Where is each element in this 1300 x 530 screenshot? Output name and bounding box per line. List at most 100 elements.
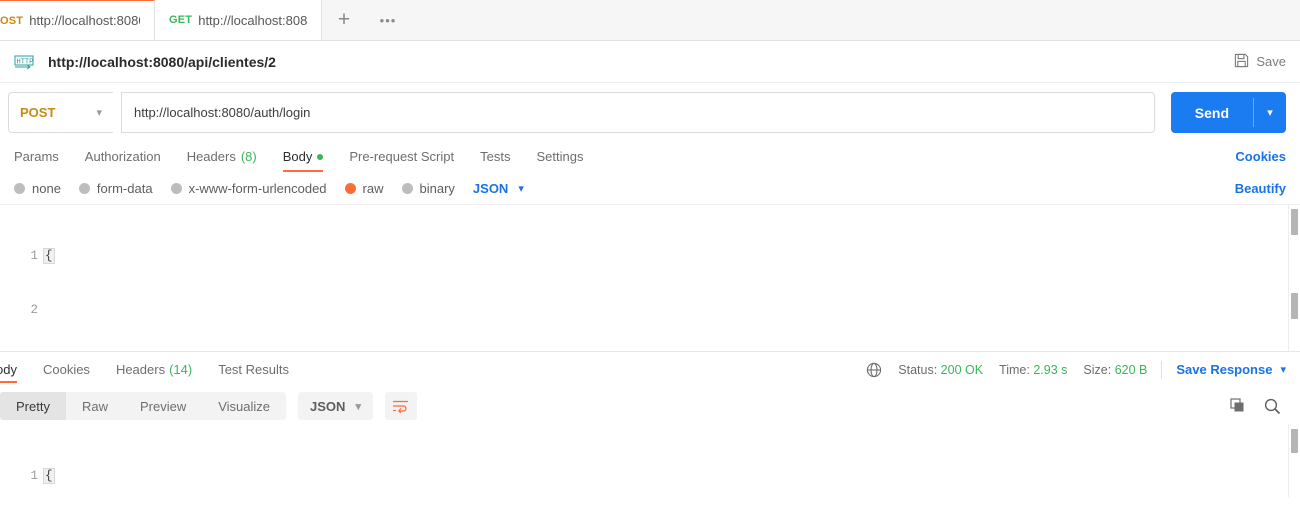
body-type-x-www-form-urlencoded[interactable]: x-www-form-urlencoded bbox=[170, 180, 345, 196]
editor-vertical-scrollbar[interactable] bbox=[1288, 205, 1300, 352]
radio-icon bbox=[14, 182, 25, 194]
response-content: { "token": "eyJhbGciOiJIUzI1NiJ9.eyJzdWI… bbox=[43, 431, 1276, 497]
send-options-chevron-down-icon[interactable]: ▾ bbox=[1254, 92, 1286, 133]
send-button-group: Send ▾ bbox=[1170, 92, 1286, 133]
tab-label: Headers bbox=[115, 362, 166, 377]
response-vertical-scrollbar[interactable] bbox=[1288, 425, 1300, 497]
tab-params[interactable]: Params bbox=[14, 141, 72, 172]
response-meta-bar: ody Cookies Headers (14) Test Results St… bbox=[0, 352, 1300, 387]
radio-selected-icon bbox=[344, 182, 356, 194]
line-number: 2 bbox=[30, 303, 38, 317]
response-body-viewer[interactable]: 1 2 3 4 { "token": "eyJhbGciOiJIUzI1NiJ9… bbox=[0, 425, 1300, 497]
tab-authorization[interactable]: Authorization bbox=[72, 141, 174, 172]
view-visualize-button[interactable]: Visualize bbox=[202, 392, 286, 420]
view-preview-button[interactable]: Preview bbox=[124, 392, 202, 420]
save-response-chevron-down-icon[interactable]: ▾ bbox=[1280, 363, 1286, 376]
status-badge: Status: 200 OK bbox=[898, 363, 983, 377]
option-label: x-www-form-urlencoded bbox=[188, 180, 327, 196]
cookies-link[interactable]: Cookies bbox=[1235, 149, 1286, 164]
time-badge: Time: 2.93 s bbox=[999, 363, 1067, 377]
save-request-button[interactable]: Save bbox=[1234, 53, 1286, 71]
tab-count: (8) bbox=[240, 149, 257, 164]
tab-label: Settings bbox=[536, 149, 584, 164]
tab-body[interactable]: Body bbox=[270, 141, 337, 172]
tab-headers[interactable]: Headers (8) bbox=[174, 141, 270, 172]
tab-pre-request-script[interactable]: Pre-request Script bbox=[336, 141, 467, 172]
url-input[interactable]: http://localhost:8080/auth/login bbox=[121, 92, 1155, 133]
response-tab-body[interactable]: ody bbox=[0, 352, 30, 387]
response-line-numbers: 1 2 3 4 bbox=[0, 431, 38, 497]
body-format-select[interactable]: JSON ▾ bbox=[473, 181, 542, 196]
tab-label: Headers bbox=[186, 149, 236, 164]
line-number: 1 bbox=[30, 469, 38, 483]
tab-url-label: http://localhost:8080/api/ bbox=[198, 12, 307, 28]
response-format-select[interactable]: JSON ▾ bbox=[298, 392, 373, 420]
chevron-down-icon: ▾ bbox=[355, 400, 361, 413]
request-section-tabs: Params Authorization Headers (8) Body Pr… bbox=[0, 141, 1300, 172]
scrollbar-thumb-upper[interactable] bbox=[1291, 209, 1298, 235]
scrollbar-thumb[interactable] bbox=[1291, 429, 1298, 453]
search-icon[interactable] bbox=[1258, 392, 1286, 420]
copy-icon[interactable] bbox=[1224, 392, 1252, 420]
response-tab-cookies[interactable]: Cookies bbox=[30, 352, 103, 387]
body-present-dot-icon bbox=[317, 153, 324, 160]
globe-icon[interactable] bbox=[866, 362, 882, 378]
page-title: http://localhost:8080/api/clientes/2 bbox=[48, 53, 276, 70]
code-line: { bbox=[43, 467, 1276, 485]
view-pretty-button[interactable]: Pretty bbox=[0, 392, 66, 420]
tab-label: Authorization bbox=[84, 149, 161, 164]
time-label: Time: bbox=[999, 362, 1030, 377]
radio-icon bbox=[78, 182, 90, 194]
option-label: none bbox=[32, 180, 61, 196]
status-label: Status: bbox=[898, 362, 938, 377]
editor-content[interactable]: { ····"username":·"kapo1978@hotmail.com"… bbox=[43, 211, 1276, 352]
divider bbox=[1161, 360, 1163, 379]
save-response-button[interactable]: Save Response bbox=[1176, 362, 1272, 377]
tab-label: Tests bbox=[480, 149, 511, 164]
request-body-editor[interactable]: 1 2 3 4 5 6 { ····"username":·"kapo1978@… bbox=[0, 204, 1300, 352]
tab-more-options-icon[interactable]: ••• bbox=[366, 0, 410, 40]
editor-line-numbers: 1 2 3 4 5 6 bbox=[0, 211, 38, 352]
beautify-link[interactable]: Beautify bbox=[1235, 181, 1286, 196]
tab-count: (14) bbox=[169, 362, 193, 377]
response-view-toolbar: Pretty Raw Preview Visualize JSON ▾ bbox=[0, 387, 1300, 425]
body-type-selector: none form-data x-www-form-urlencoded raw… bbox=[0, 172, 1300, 204]
size-label: Size: bbox=[1083, 362, 1112, 377]
status-value: 200 OK bbox=[940, 362, 984, 377]
tab-settings[interactable]: Settings bbox=[523, 141, 596, 172]
open-brace: { bbox=[43, 468, 55, 484]
http-method-select[interactable]: POST ▾ bbox=[8, 92, 113, 133]
size-value: 620 B bbox=[1114, 362, 1148, 377]
chevron-down-icon: ▾ bbox=[96, 107, 102, 119]
body-type-form-data[interactable]: form-data bbox=[78, 181, 171, 196]
body-type-binary[interactable]: binary bbox=[401, 181, 473, 196]
request-tab-post[interactable]: OST http://localhost:8080/ap bbox=[0, 0, 155, 40]
line-number: 1 bbox=[30, 249, 38, 263]
tab-label: Test Results bbox=[218, 362, 290, 377]
tab-url-label: http://localhost:8080/ap bbox=[29, 13, 140, 28]
selected-format-label: JSON bbox=[472, 180, 509, 196]
url-value: http://localhost:8080/auth/login bbox=[134, 105, 311, 120]
tab-label: ody bbox=[0, 362, 17, 377]
response-tab-headers[interactable]: Headers (14) bbox=[103, 352, 205, 387]
new-tab-button[interactable]: + bbox=[322, 0, 366, 40]
body-type-none[interactable]: none bbox=[14, 181, 79, 196]
text-wrap-icon[interactable] bbox=[384, 392, 417, 420]
request-tab-get[interactable]: GET http://localhost:8080/api/ bbox=[155, 0, 322, 40]
tab-label: Pre-request Script bbox=[349, 149, 455, 164]
breadcrumb-bar: HTTP http://localhost:8080/api/clientes/… bbox=[0, 41, 1300, 83]
tab-tests[interactable]: Tests bbox=[467, 141, 523, 172]
view-raw-button[interactable]: Raw bbox=[66, 392, 124, 420]
body-type-raw[interactable]: raw bbox=[344, 181, 402, 196]
response-tab-test-results[interactable]: Test Results bbox=[205, 352, 302, 387]
scrollbar-thumb-lower[interactable] bbox=[1291, 293, 1298, 319]
tab-label: Params bbox=[14, 149, 59, 164]
response-view-segmented-control: Pretty Raw Preview Visualize bbox=[0, 392, 287, 420]
tab-label: Body bbox=[282, 149, 313, 164]
tab-method-label: OST bbox=[0, 14, 24, 27]
request-tab-bar: OST http://localhost:8080/ap GET http://… bbox=[0, 0, 1300, 41]
radio-icon bbox=[401, 182, 413, 194]
tab-method-label: GET bbox=[169, 14, 193, 26]
send-button[interactable]: Send bbox=[1171, 92, 1253, 133]
